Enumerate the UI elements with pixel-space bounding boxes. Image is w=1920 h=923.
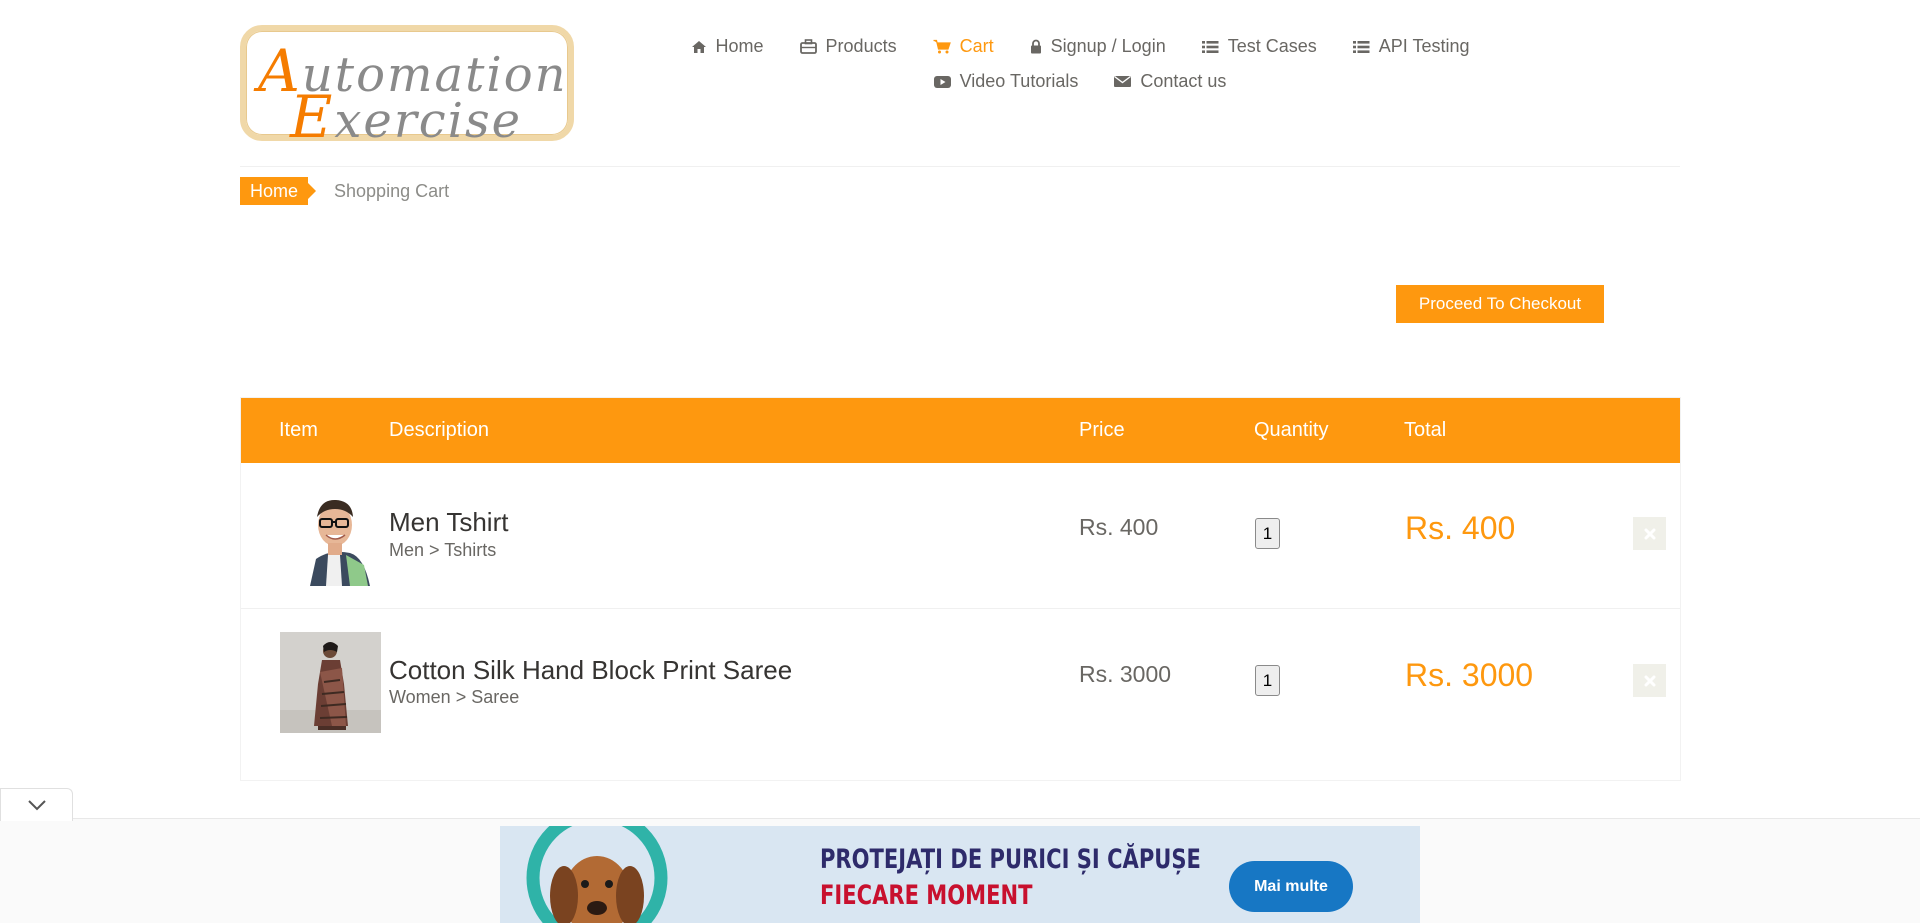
ad-banner[interactable]: PROTEJAȚI DE PURICI ȘI CĂPUȘE FIECARE MO… <box>500 826 1420 923</box>
ad-collapse-button[interactable] <box>0 788 73 821</box>
main-nav: Home Products Cart Signup / Login Test C… <box>691 36 1469 92</box>
product-image[interactable] <box>280 485 381 586</box>
breadcrumb: Home Shopping Cart <box>240 177 449 205</box>
nav-api-testing[interactable]: API Testing <box>1352 36 1470 57</box>
shopping-cart-icon <box>933 39 951 54</box>
header-price: Price <box>1079 419 1125 441</box>
product-category: Men > Tshirts <box>389 540 497 560</box>
header-item: Item <box>279 419 318 441</box>
product-category: Women > Saree <box>389 687 520 707</box>
nav-cart[interactable]: Cart <box>933 36 994 57</box>
nav-home[interactable]: Home <box>691 36 764 57</box>
briefcase-icon <box>799 39 817 54</box>
product-total: Rs. 3000 <box>1405 657 1534 693</box>
delete-item-button[interactable] <box>1633 517 1666 550</box>
delete-item-button[interactable] <box>1633 664 1666 697</box>
nav-test-cases[interactable]: Test Cases <box>1201 36 1317 57</box>
ad-subheadline: FIECARE MOMENT <box>820 880 1033 911</box>
envelope-icon <box>1114 75 1132 87</box>
cart-row: Men Tshirt Men > Tshirts Rs. 400 1 Rs. 4… <box>241 463 1680 609</box>
nav-signup-login[interactable]: Signup / Login <box>1030 36 1166 57</box>
list-icon <box>1352 40 1370 53</box>
nav-api-testing-label: API Testing <box>1378 36 1470 56</box>
product-name[interactable]: Cotton Silk Hand Block Print Saree <box>389 655 792 686</box>
product-price: Rs. 3000 <box>1079 661 1172 687</box>
ad-headline: PROTEJAȚI DE PURICI ȘI CĂPUȘE <box>820 844 1201 875</box>
breadcrumb-home[interactable]: Home <box>240 177 317 205</box>
header-quantity: Quantity <box>1254 419 1329 441</box>
nav-signup-login-label: Signup / Login <box>1050 36 1166 56</box>
nav-video-tutorials[interactable]: Video Tutorials <box>933 71 1079 92</box>
nav-video-tutorials-label: Video Tutorials <box>959 71 1079 91</box>
chevron-down-icon <box>27 800 46 811</box>
breadcrumb-current: Shopping Cart <box>334 180 450 201</box>
quantity-button[interactable]: 1 <box>1255 665 1280 696</box>
cart-table: Item Description Price Quantity Total Me… <box>240 397 1681 781</box>
youtube-play-icon <box>933 75 951 88</box>
nav-contact-us-label: Contact us <box>1140 71 1227 91</box>
nav-cart-label: Cart <box>959 36 994 56</box>
lock-icon <box>1030 39 1041 54</box>
ad-dog-image <box>526 826 668 923</box>
nav-test-cases-label: Test Cases <box>1227 36 1317 56</box>
list-icon <box>1201 40 1219 53</box>
home-icon <box>691 40 706 53</box>
header-divider <box>240 166 1680 167</box>
logo-line-2: Exercise <box>290 83 523 151</box>
cart-table-header: Item Description Price Quantity Total <box>241 398 1680 463</box>
proceed-to-checkout-button[interactable]: Proceed To Checkout <box>1396 285 1604 323</box>
product-image[interactable] <box>280 632 381 733</box>
quantity-button[interactable]: 1 <box>1255 518 1280 549</box>
product-name[interactable]: Men Tshirt <box>389 507 508 538</box>
nav-products-label: Products <box>825 36 897 56</box>
nav-products[interactable]: Products <box>799 36 897 57</box>
nav-home-label: Home <box>715 36 764 56</box>
header-total: Total <box>1404 419 1447 441</box>
site-logo[interactable]: Automation Exercise <box>240 25 574 151</box>
product-price: Rs. 400 <box>1079 514 1159 540</box>
close-icon <box>1644 675 1655 686</box>
cart-row: Cotton Silk Hand Block Print Saree Women… <box>241 610 1680 756</box>
product-total: Rs. 400 <box>1405 510 1516 546</box>
ad-more-button[interactable]: Mai multe <box>1229 861 1353 912</box>
header-description: Description <box>389 419 490 441</box>
close-icon <box>1644 528 1655 539</box>
nav-contact-us[interactable]: Contact us <box>1114 71 1226 92</box>
